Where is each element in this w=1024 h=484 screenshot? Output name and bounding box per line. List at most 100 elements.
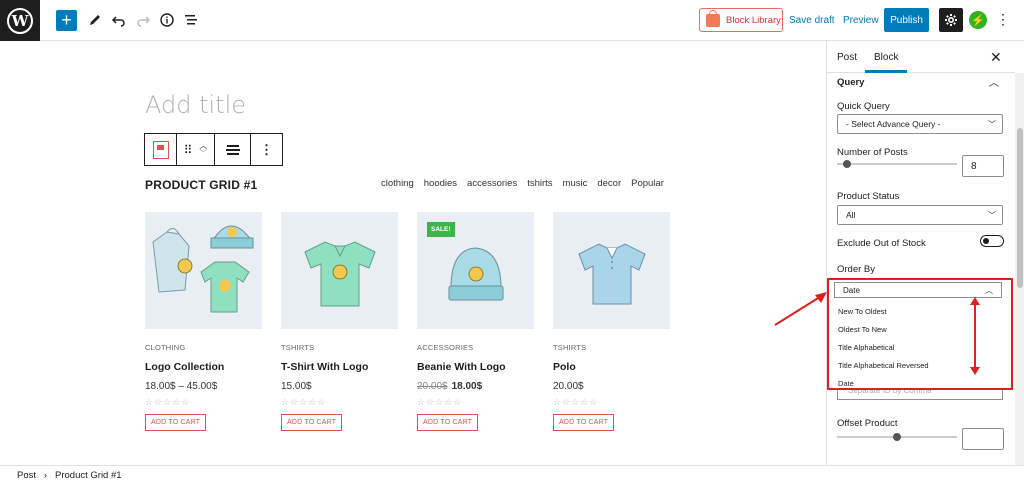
slider-handle[interactable] <box>843 160 851 168</box>
filter-tshirts[interactable]: tshirts <box>527 178 552 189</box>
drag-handle-icon[interactable]: ⠿ <box>184 143 193 157</box>
more-options-icon[interactable]: ⋮ <box>996 11 1010 28</box>
product-status-select[interactable]: All ﹀ <box>837 205 1003 225</box>
rating-stars: ☆☆☆☆☆ <box>281 397 327 407</box>
number-of-posts-slider[interactable] <box>837 160 957 168</box>
add-to-cart-button[interactable]: ADD TO CART <box>281 414 343 431</box>
settings-gear-button[interactable] <box>939 8 963 32</box>
edit-pencil-icon[interactable] <box>86 11 104 29</box>
product-name[interactable]: Polo <box>553 361 670 373</box>
move-down-icon: ﹀ <box>199 148 208 158</box>
offset-product-label: Offset Product <box>837 418 898 429</box>
product-card: SALE! ACCESSORIES Beanie With Logo 20.00… <box>417 212 534 431</box>
redo-icon[interactable] <box>134 11 152 29</box>
publish-button[interactable]: Publish <box>884 8 929 32</box>
product-image[interactable] <box>553 212 670 329</box>
close-sidebar-icon[interactable]: ✕ <box>990 49 1002 66</box>
block-type-button[interactable] <box>145 134 177 165</box>
order-option[interactable]: Date <box>838 379 854 388</box>
tab-block[interactable]: Block <box>874 52 898 63</box>
product-name[interactable]: Beanie With Logo <box>417 361 534 373</box>
block-toolbar: ⠿ ︿ ﹀ ⋮ <box>144 133 283 166</box>
filter-clothing[interactable]: clothing <box>381 178 414 189</box>
add-block-button[interactable]: + <box>56 10 77 31</box>
save-draft-button[interactable]: Save draft <box>789 15 835 26</box>
query-section-title[interactable]: Query <box>837 77 864 88</box>
annotation-double-arrow <box>970 297 980 375</box>
product-price: 18.00$ – 45.00$ <box>145 381 218 392</box>
product-image[interactable] <box>281 212 398 329</box>
gear-icon <box>945 14 957 26</box>
move-controls: ⠿ ︿ ﹀ <box>177 134 215 165</box>
add-to-cart-button[interactable]: ADD TO CART <box>417 414 479 431</box>
filter-accessories[interactable]: accessories <box>467 178 517 189</box>
annotation-arrow <box>774 292 827 326</box>
add-to-cart-button[interactable]: ADD TO CART <box>553 414 615 431</box>
settings-sidebar: Post Block ✕ Query ︿ Quick Query - Selec… <box>826 41 1024 465</box>
align-icon <box>225 144 240 155</box>
editor-top-bar: W + Block Library Save draft Preview Pub… <box>0 0 1024 41</box>
chevron-right-icon: › <box>44 470 48 480</box>
product-image[interactable]: SALE! <box>417 212 534 329</box>
active-tab-indicator <box>865 70 907 73</box>
number-of-posts-label: Number of Posts <box>837 147 908 158</box>
filter-music[interactable]: music <box>563 178 588 189</box>
breadcrumb-current[interactable]: Product Grid #1 <box>55 470 122 481</box>
order-option[interactable]: Title Alphabetical <box>838 343 894 352</box>
order-option[interactable]: Oldest To New <box>838 325 887 334</box>
offset-product-input[interactable] <box>962 428 1004 450</box>
block-library-button[interactable]: Block Library <box>699 8 783 32</box>
product-status-label: Product Status <box>837 191 900 202</box>
preview-button[interactable]: Preview <box>843 15 879 26</box>
move-arrows[interactable]: ︿ ﹀ <box>199 141 208 158</box>
rating-stars: ☆☆☆☆☆ <box>145 397 191 407</box>
more-vertical-icon: ⋮ <box>260 141 273 157</box>
order-option[interactable]: Title Alphabetical Reversed <box>838 361 929 370</box>
breadcrumb-post[interactable]: Post <box>17 470 36 481</box>
exclude-out-of-stock-label: Exclude Out of Stock <box>837 238 926 249</box>
chevron-down-icon: ﹀ <box>988 211 996 220</box>
undo-icon[interactable] <box>110 11 128 29</box>
product-category: TSHIRTS <box>281 343 315 352</box>
product-name[interactable]: Logo Collection <box>145 361 262 373</box>
jetpack-icon[interactable]: ⚡ <box>969 11 987 29</box>
filter-popular[interactable]: Popular <box>631 178 664 189</box>
order-option[interactable]: New To Oldest <box>838 307 887 316</box>
slider-handle[interactable] <box>893 433 901 441</box>
rating-stars: ☆☆☆☆☆ <box>553 397 599 407</box>
filter-decor[interactable]: decor <box>597 178 621 189</box>
product-category: CLOTHING <box>145 343 186 352</box>
exclude-out-of-stock-toggle[interactable] <box>980 235 1004 247</box>
scrollbar-thumb[interactable] <box>1017 128 1023 288</box>
product-category: TSHIRTS <box>553 343 587 352</box>
product-price: 20.00$ <box>553 381 584 392</box>
order-by-select[interactable]: Date ︿ <box>834 282 1002 298</box>
quick-query-label: Quick Query <box>837 101 890 112</box>
filter-hoodies[interactable]: hoodies <box>424 178 457 189</box>
breadcrumb: Post › Product Grid #1 <box>0 465 1024 484</box>
sidebar-scrollbar[interactable] <box>1015 73 1024 465</box>
align-button[interactable] <box>215 134 251 165</box>
tab-post[interactable]: Post <box>837 52 857 63</box>
number-of-posts-input[interactable]: 8 <box>962 155 1004 177</box>
old-price: 20.00$ <box>417 381 448 392</box>
product-name[interactable]: T-Shirt With Logo <box>281 361 398 373</box>
editor-canvas: Add title ⠿ ︿ ﹀ ⋮ PRODUCT GRID #1 clothin… <box>0 41 826 465</box>
chevron-down-icon: ﹀ <box>988 120 996 129</box>
product-card: TSHIRTS Polo 20.00$ ☆☆☆☆☆ ADD TO CART <box>553 212 670 431</box>
product-price: 20.00$ 18.00$ <box>417 381 534 392</box>
info-icon[interactable] <box>158 11 176 29</box>
wordpress-logo-button[interactable]: W <box>0 0 40 41</box>
product-image[interactable] <box>145 212 262 329</box>
list-view-icon[interactable] <box>182 11 200 29</box>
product-grid-icon <box>152 140 169 159</box>
add-to-cart-button[interactable]: ADD TO CART <box>145 414 207 431</box>
block-library-label: Block Library <box>726 14 781 26</box>
rating-stars: ☆☆☆☆☆ <box>417 397 463 407</box>
offset-product-slider[interactable] <box>837 433 957 441</box>
quick-query-select[interactable]: - Select Advance Query - ﹀ <box>837 114 1003 134</box>
block-options-button[interactable]: ⋮ <box>251 134 282 165</box>
post-title-input[interactable]: Add title <box>145 91 246 119</box>
chevron-up-icon[interactable]: ︿ <box>989 74 999 89</box>
shopping-bag-icon <box>706 9 720 27</box>
